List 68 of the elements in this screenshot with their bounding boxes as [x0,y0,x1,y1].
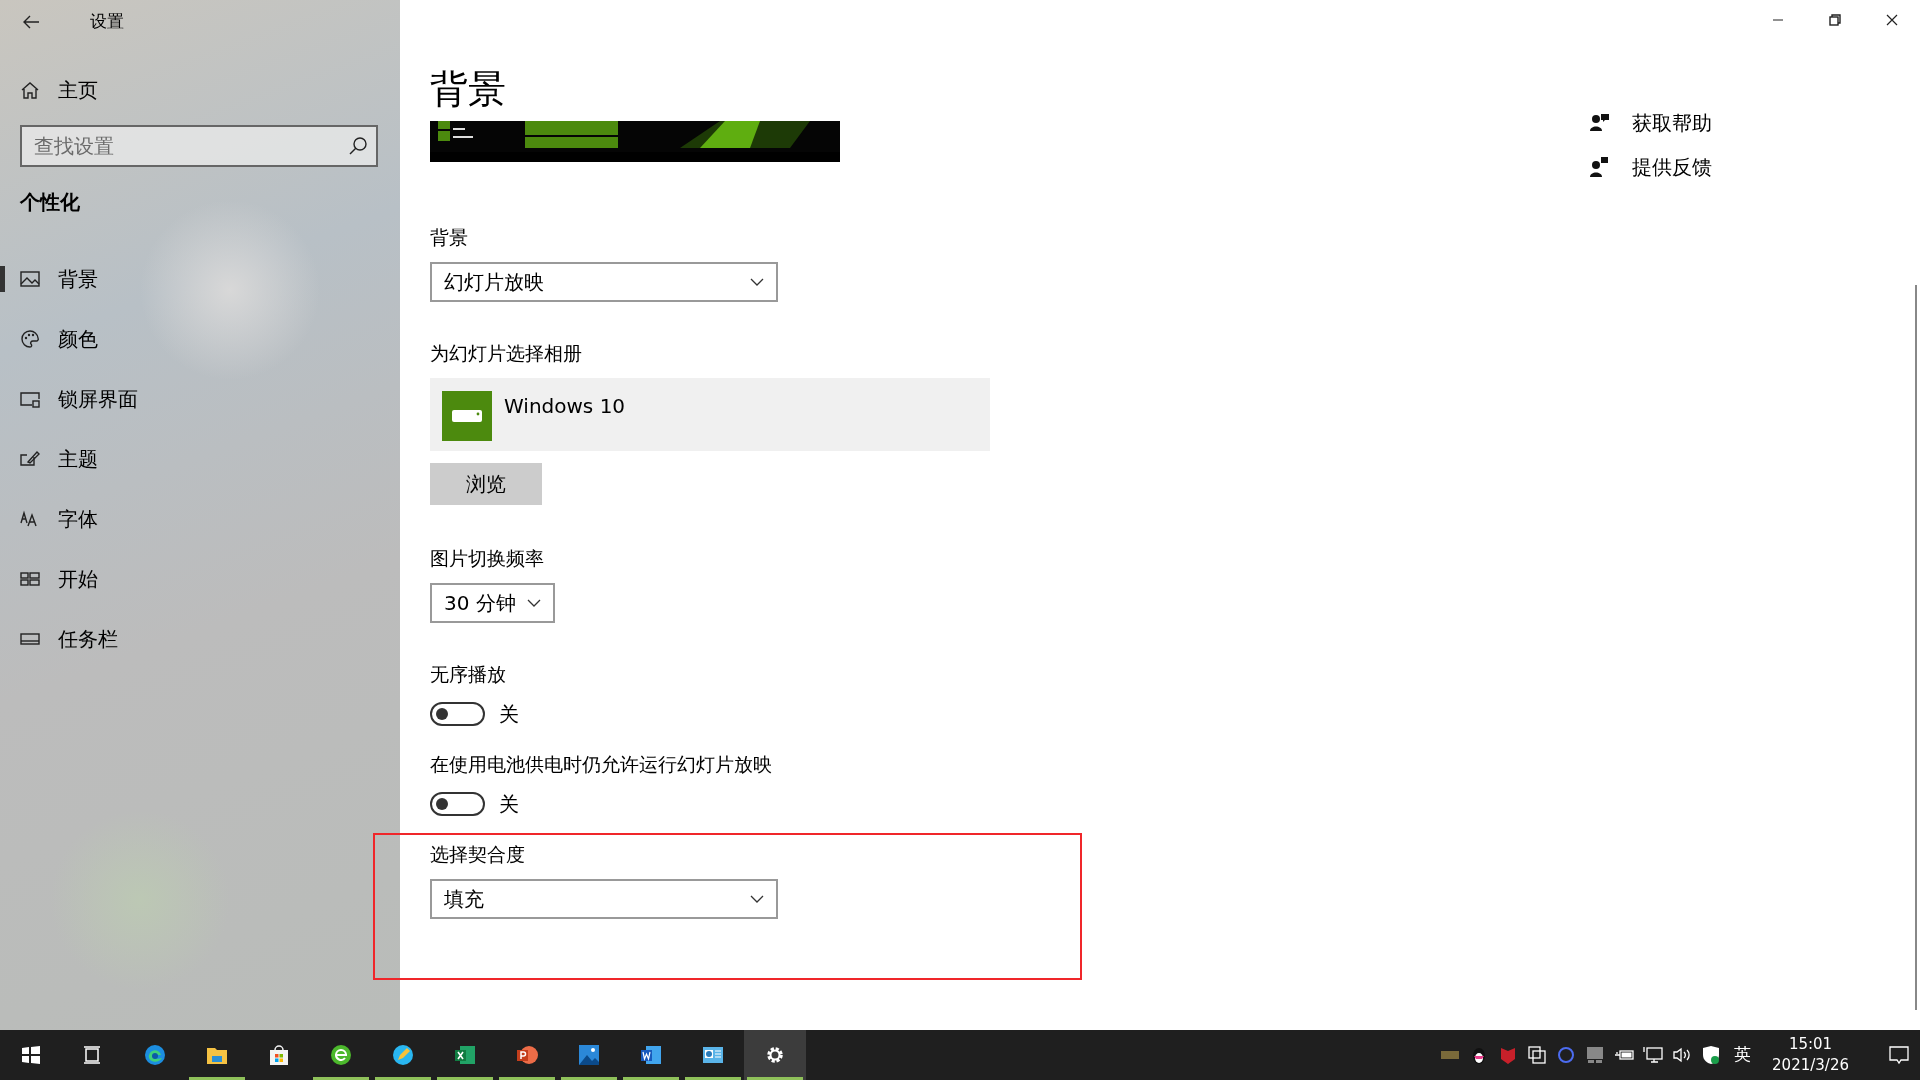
toggle-state: 关 [499,700,519,728]
overlap-windows-icon[interactable] [1527,1045,1548,1065]
toggle-state: 关 [499,790,519,818]
spreadsheet-icon [454,1044,476,1066]
shopping-bag-icon [268,1044,290,1066]
home-link[interactable]: 主页 [20,75,400,105]
setting-label: 背景 [430,224,469,250]
dropdown[interactable]: 幻灯片放映 [430,261,778,302]
input-method-indicator[interactable]: 英 [1734,1042,1752,1068]
chat-person-icon [1590,113,1610,133]
sidebar-item[interactable]: 背景 [0,249,400,309]
sidebar-item[interactable]: 主题 [0,429,400,489]
brush-monitor-icon [20,449,40,469]
security-shield-icon[interactable] [1701,1045,1722,1065]
document-icon [640,1044,662,1066]
chevron-down-icon [750,894,764,903]
sidebar-item[interactable]: 颜色 [0,309,400,369]
section-heading: 个性化 [20,189,81,216]
browse-button[interactable]: 浏览 [430,462,542,505]
restore-icon[interactable] [1828,14,1841,26]
back-icon[interactable] [22,14,40,30]
monitor-lock-icon [20,389,40,409]
page-title: 背景 [430,68,507,112]
photo-icon [578,1044,600,1066]
windows-logo-icon [20,1044,42,1066]
window-title: 设置 [90,10,124,34]
clock-date[interactable]: 2021/3/26 [1772,1055,1849,1076]
monitor-icon[interactable] [1585,1045,1606,1065]
setting-label: 在使用电池供电时仍允许运行幻灯片放映 [430,751,773,777]
setting-label: 图片切换频率 [430,545,545,571]
sidebar-item[interactable]: 字体 [0,489,400,549]
speaker-icon[interactable] [1672,1045,1693,1065]
setting-label: 为幻灯片选择相册 [430,340,583,366]
feedback-person-icon [1590,157,1610,177]
close-icon[interactable] [1885,14,1898,26]
presentation-icon [516,1044,538,1066]
help-link[interactable]: 获取帮助 [1590,108,1712,138]
clock-time[interactable]: 15:01 [1788,1034,1833,1055]
sidebar-item[interactable]: 开始 [0,549,400,609]
toggle-switch[interactable] [430,791,485,816]
network-icon[interactable] [1643,1045,1664,1065]
sidebar-item[interactable]: 锁屏界面 [0,369,400,429]
dropdown[interactable]: 30 分钟 [430,582,555,623]
album-tile[interactable]: Windows 10 [430,377,990,451]
search-icon [348,136,368,156]
taskbar-button[interactable] [744,1030,806,1080]
chevron-down-icon [750,277,764,286]
toggle-switch[interactable] [430,701,485,726]
setting-label: 无序播放 [430,661,507,687]
setting-label: 选择契合度 [430,841,526,867]
drive-icon [442,390,492,441]
chevron-down-icon [527,598,541,607]
browser-globe-icon [330,1044,352,1066]
tiles-icon [20,569,40,589]
pencil-icon [392,1044,414,1066]
picture-icon [20,269,40,289]
font-icon [20,509,40,529]
slide-window-icon [702,1044,724,1066]
palette-icon [20,329,40,349]
dropdown[interactable]: 填充 [430,878,778,919]
help-link[interactable]: 提供反馈 [1590,152,1712,182]
ring-icon[interactable] [1556,1045,1577,1065]
sidebar-item[interactable]: 任务栏 [0,609,400,669]
search-field[interactable]: 查找设置 [20,125,378,167]
edge-icon [144,1044,166,1066]
gear-icon [764,1044,786,1066]
home-icon [20,80,40,100]
notification-icon[interactable] [1888,1045,1910,1065]
